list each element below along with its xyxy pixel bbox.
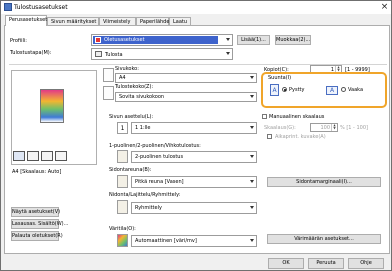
chevron-down-icon	[226, 38, 230, 41]
output-size-value: Sovita sivukokoon	[119, 94, 165, 100]
duplex-icon	[117, 150, 128, 163]
basic-settings-panel: Profiili: Oletusasetukset Lisää(1)... Mu…	[4, 25, 390, 254]
timestamp-icon-checkbox[interactable]	[267, 134, 272, 139]
chevron-down-icon	[250, 180, 254, 183]
chevron-down-icon	[250, 155, 254, 158]
tab-basic-settings[interactable]: Perusasetukset	[5, 15, 47, 26]
portrait-radio[interactable]	[282, 87, 287, 92]
binding-select[interactable]: Pitkä reuna [Vasen]	[131, 176, 257, 188]
output-size-select[interactable]: Sovita sivukokoon	[115, 92, 257, 102]
preview-printer-icon[interactable]	[41, 151, 53, 161]
scale-range: % [1 - 100]	[340, 125, 368, 131]
title-bar: Tulostusasetukset ×	[1, 1, 391, 14]
close-icon[interactable]: ×	[379, 2, 390, 12]
finishing-value: Ryhmittely	[135, 205, 162, 211]
color-mode-label: Väritila(O):	[109, 226, 136, 232]
finishing-select[interactable]: Ryhmittely	[131, 202, 257, 214]
printer-app-icon	[4, 3, 12, 11]
pages-per-sheet-value: 1 1:lle	[135, 125, 151, 131]
preview-layout-icon[interactable]	[27, 151, 39, 161]
printer-icon	[95, 51, 102, 57]
page-size-select[interactable]: A4	[115, 73, 257, 83]
color-mode-icon	[117, 234, 128, 247]
show-settings-button[interactable]: Näytä asetukset(V)	[11, 207, 60, 217]
manual-scaling-checkbox[interactable]	[262, 114, 267, 119]
help-button[interactable]: Ohje	[348, 258, 384, 269]
page-size-value: A4	[119, 75, 126, 81]
output-method-label: Tulostustapa(M):	[10, 50, 52, 56]
page-size-icon	[103, 68, 114, 82]
page-preview-image	[40, 89, 64, 123]
scale-label: Skaalaus(G):	[264, 125, 296, 131]
scale-stepper[interactable]: 100 ▲ ▼	[310, 123, 338, 132]
profile-icon	[95, 37, 101, 43]
profile-select[interactable]: Oletusasetukset	[91, 34, 233, 46]
binding-value: Pitkä reuna [Vasen]	[135, 179, 184, 185]
color-mode-select[interactable]: Automaattinen [väri/mv]	[131, 235, 257, 247]
timestamp-icon-label: Aikaprint. kuvake(A)	[275, 134, 326, 140]
pages-per-sheet-select[interactable]: 1 1:lle	[131, 122, 257, 134]
chevron-down-icon	[250, 126, 254, 129]
color-amount-settings-button[interactable]: Värimäärän asetukset...	[267, 234, 381, 244]
duplex-value: 2-puolinen tulostus	[135, 154, 184, 160]
preview-caption: A4 [Skaalaus: Auto]	[12, 169, 62, 175]
binding-margin-button[interactable]: Sidontamarginaali(I)...	[267, 177, 381, 187]
restore-defaults-button[interactable]: Palauta oletukset(R)	[11, 231, 63, 241]
chevron-down-icon	[226, 52, 230, 55]
binding-icon	[117, 175, 128, 188]
stepper-arrows-icon[interactable]: ▲ ▼	[331, 124, 337, 131]
profile-add-button[interactable]: Lisää(1)...	[237, 35, 270, 45]
output-method-value: Tulosta	[105, 52, 123, 58]
chevron-down-icon	[250, 76, 254, 79]
landscape-label: Vaaka	[348, 87, 364, 93]
portrait-page-icon: A	[270, 84, 279, 96]
color-mode-value: Automaattinen [väri/mv]	[135, 238, 197, 244]
profile-value: Oletusasetukset	[104, 37, 145, 43]
output-size-icon	[103, 86, 114, 100]
ok-button[interactable]: OK	[268, 258, 304, 269]
profile-edit-button[interactable]: Muokkaa(2)...	[275, 35, 311, 45]
print-settings-window: Tulostusasetukset × Perusasetukset Sivun…	[0, 0, 392, 271]
landscape-page-icon: A	[326, 86, 338, 95]
chevron-down-icon	[250, 239, 254, 242]
chevron-down-icon	[250, 206, 254, 209]
chevron-down-icon	[250, 95, 254, 98]
cancel-button[interactable]: Peruuta	[308, 258, 344, 269]
page-size-label: Sivukoko:	[115, 66, 139, 72]
scale-value: 100	[320, 125, 330, 131]
finishing-icon	[117, 200, 128, 214]
duplex-label: 1-puolinen/2-puolinen/Vihkotulostus:	[109, 143, 201, 149]
duplex-select[interactable]: 2-puolinen tulostus	[131, 151, 257, 163]
profile-label: Profiili:	[10, 38, 27, 44]
landscape-radio[interactable]	[341, 87, 346, 92]
pages-per-sheet-icon: 1	[117, 122, 128, 134]
output-size-label: Tulostekoko(Z):	[115, 84, 154, 90]
binding-label: Sidontareuna(B):	[109, 167, 152, 173]
preview-copy-icon[interactable]	[55, 151, 67, 161]
output-method-select[interactable]: Tulosta	[91, 48, 233, 60]
finishing-label: Nidonta/Lajittelu/Ryhmittely:	[109, 192, 181, 198]
orientation-label: Suunta(I)	[268, 75, 292, 81]
portrait-label: Pystty	[289, 87, 305, 93]
window-title: Tulostusasetukset	[14, 4, 68, 11]
settings-content-button[interactable]: Lasausas. Sisältö(W)...	[11, 219, 68, 229]
manual-scaling-label: Manuaalinen skaalaus	[269, 114, 325, 120]
preview-view-icon[interactable]	[13, 151, 25, 161]
pages-per-sheet-label: Sivun asettelu(L):	[109, 114, 154, 120]
